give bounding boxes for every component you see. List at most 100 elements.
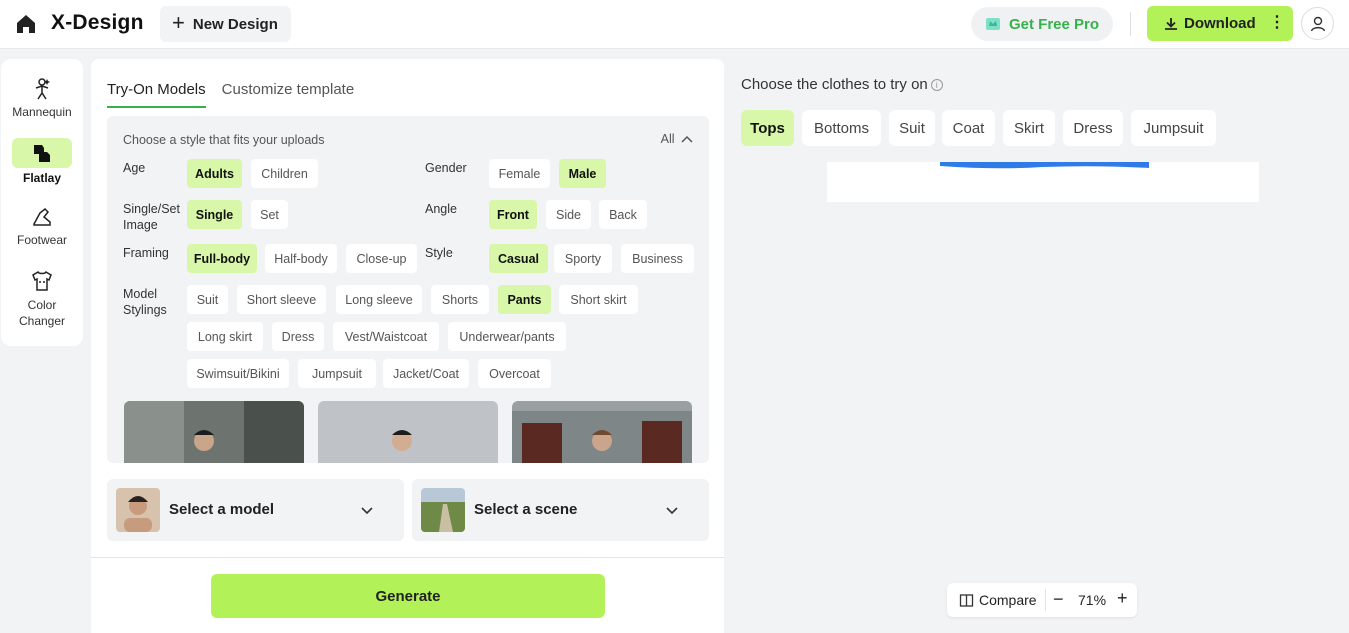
gender-label: Gender	[425, 161, 467, 175]
filters-all-toggle[interactable]: All	[661, 132, 693, 146]
download-label: Download	[1184, 15, 1256, 32]
rail-label-mannequin: Mannequin	[12, 105, 72, 119]
chip-underwear-pants[interactable]: Underwear/pants	[448, 322, 566, 351]
new-design-button[interactable]: + New Design	[160, 6, 291, 42]
compare-button[interactable]: Compare	[959, 592, 1037, 608]
tab-dress[interactable]: Dress	[1063, 110, 1123, 146]
zoom-out-button[interactable]: −	[1053, 589, 1064, 610]
tab-try-on-models[interactable]: Try-On Models	[107, 81, 206, 108]
chip-set[interactable]: Set	[251, 200, 288, 229]
filters-title: Choose a style that fits your uploads	[123, 133, 325, 147]
chip-close-up[interactable]: Close-up	[346, 244, 417, 273]
get-free-pro-button[interactable]: Get Free Pro	[971, 7, 1113, 41]
chip-pants[interactable]: Pants	[498, 285, 551, 314]
tool-rail: Mannequin Flatlay Footwear Color Changer	[1, 59, 83, 346]
tab-tops[interactable]: Tops	[741, 110, 794, 146]
chip-long-skirt[interactable]: Long skirt	[187, 322, 263, 351]
header-divider	[1130, 12, 1131, 36]
style-filters: Choose a style that fits your uploads Al…	[107, 116, 709, 463]
top-bar: X-Design + New Design Get Free Pro Downl…	[0, 0, 1349, 49]
model-avatar	[116, 488, 160, 532]
zoom-in-button[interactable]: +	[1117, 588, 1128, 609]
chevron-down-icon	[361, 507, 373, 515]
chip-business[interactable]: Business	[621, 244, 694, 273]
select-model-label: Select a model	[169, 501, 275, 518]
framing-label: Framing	[123, 246, 169, 260]
rail-item-flatlay[interactable]: Flatlay	[1, 138, 83, 185]
select-scene-dropdown[interactable]: Select a scene	[412, 479, 709, 541]
model-stylings-label: Model Stylings	[123, 287, 167, 317]
get-free-pro-label: Get Free Pro	[1009, 15, 1100, 33]
clothes-canvas-preview	[827, 162, 1259, 202]
chip-short-skirt[interactable]: Short skirt	[559, 285, 638, 314]
chip-casual[interactable]: Casual	[489, 244, 548, 273]
compare-icon	[959, 593, 974, 607]
download-button[interactable]: Download ⋮	[1147, 6, 1293, 41]
generate-button[interactable]: Generate	[211, 574, 605, 618]
age-label: Age	[123, 161, 146, 175]
select-model-dropdown[interactable]: Select a model	[107, 479, 404, 541]
chip-short-sleeve[interactable]: Short sleeve	[237, 285, 326, 314]
clothes-title: Choose the clothes to try on i	[741, 76, 943, 93]
select-scene-label: Select a scene	[474, 501, 578, 518]
mannequin-icon	[35, 78, 50, 100]
tshirt-icon	[32, 270, 52, 291]
download-icon	[1165, 17, 1177, 30]
scene-thumbnail	[421, 488, 465, 532]
flatlay-icon	[12, 138, 72, 168]
chip-back[interactable]: Back	[599, 200, 647, 229]
zoom-level: 71%	[1078, 592, 1107, 608]
chip-male[interactable]: Male	[559, 159, 606, 188]
chip-front[interactable]: Front	[489, 200, 537, 229]
home-icon[interactable]	[14, 12, 38, 36]
shoe-icon	[33, 207, 51, 226]
rail-label-color-changer: Color Changer	[18, 298, 66, 328]
chip-overcoat[interactable]: Overcoat	[478, 359, 551, 388]
chevron-down-icon	[666, 507, 678, 515]
zoom-divider	[1045, 589, 1046, 611]
blue-stroke-shape	[940, 162, 1149, 169]
chip-female[interactable]: Female	[489, 159, 550, 188]
image-type-label: Single/Set Image	[123, 202, 180, 232]
tab-jumpsuit[interactable]: Jumpsuit	[1131, 110, 1216, 146]
tab-coat[interactable]: Coat	[942, 110, 995, 146]
rail-item-mannequin[interactable]: Mannequin	[1, 77, 83, 119]
chip-children[interactable]: Children	[251, 159, 318, 188]
model-thumbnail[interactable]	[124, 401, 304, 463]
new-design-label: New Design	[192, 15, 278, 33]
panel-divider	[91, 557, 724, 558]
chip-suit[interactable]: Suit	[187, 285, 228, 314]
rail-item-footwear[interactable]: Footwear	[1, 205, 83, 247]
model-thumbnail[interactable]	[512, 401, 692, 463]
chip-full-body[interactable]: Full-body	[187, 244, 257, 273]
chip-shorts[interactable]: Shorts	[431, 285, 489, 314]
clothes-area: Choose the clothes to try on i Tops Botto…	[726, 59, 1349, 633]
model-thumbnail[interactable]	[318, 401, 498, 463]
chip-half-body[interactable]: Half-body	[265, 244, 337, 273]
info-icon[interactable]: i	[930, 79, 943, 91]
panel-tabs: Try-On Models Customize template	[107, 81, 370, 108]
more-options-icon[interactable]: ⋮	[1269, 14, 1285, 32]
chip-vest-waistcoat[interactable]: Vest/Waistcoat	[333, 322, 439, 351]
crown-icon	[986, 18, 1000, 30]
rail-label-footwear: Footwear	[16, 233, 68, 247]
chip-jacket-coat[interactable]: Jacket/Coat	[383, 359, 469, 388]
chip-single[interactable]: Single	[187, 200, 242, 229]
chip-side[interactable]: Side	[546, 200, 591, 229]
plus-icon: +	[172, 10, 185, 35]
chip-jumpsuit[interactable]: Jumpsuit	[298, 359, 376, 388]
tab-bottoms[interactable]: Bottoms	[802, 110, 881, 146]
tab-suit[interactable]: Suit	[889, 110, 935, 146]
tab-customize-template[interactable]: Customize template	[222, 81, 355, 108]
chip-dress[interactable]: Dress	[272, 322, 324, 351]
compare-label: Compare	[979, 592, 1037, 608]
zoom-toolbar: Compare − 71% +	[947, 583, 1137, 617]
chip-swimsuit-bikini[interactable]: Swimsuit/Bikini	[187, 359, 289, 388]
chip-long-sleeve[interactable]: Long sleeve	[336, 285, 422, 314]
user-avatar-icon[interactable]	[1301, 7, 1334, 40]
rail-item-color-changer[interactable]: Color Changer	[1, 269, 83, 329]
chip-sporty[interactable]: Sporty	[554, 244, 612, 273]
angle-label: Angle	[425, 202, 457, 216]
chip-adults[interactable]: Adults	[187, 159, 242, 188]
tab-skirt[interactable]: Skirt	[1003, 110, 1055, 146]
